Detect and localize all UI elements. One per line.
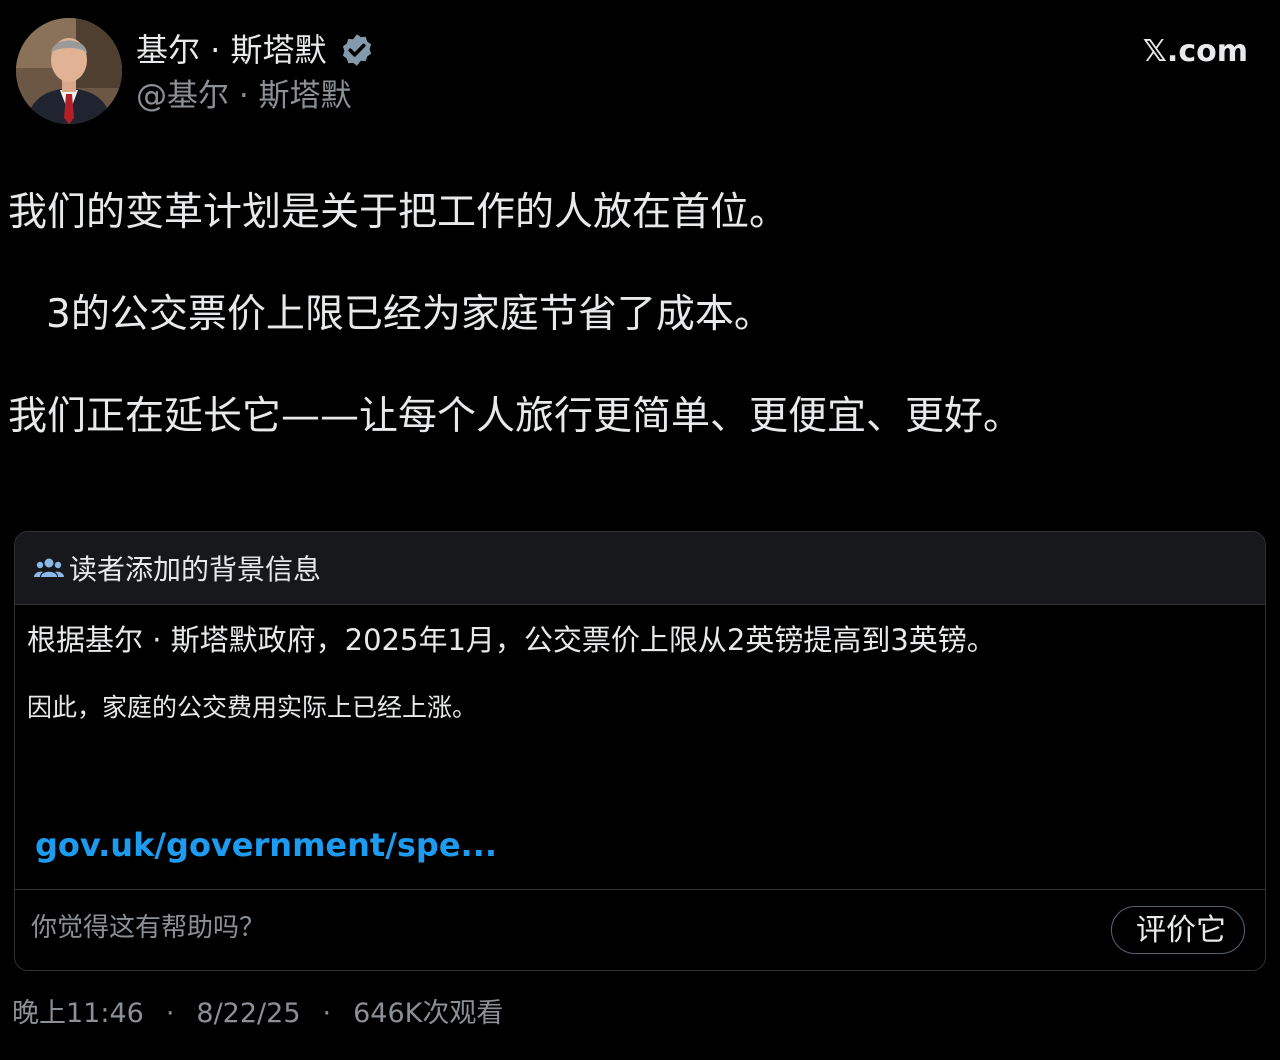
verified-badge-icon — [342, 34, 371, 66]
tweet-meta: 晚上11:46 · 8/22/25 · 646K次观看 — [12, 994, 503, 1034]
tweet-views[interactable]: 646K次观看 — [353, 994, 503, 1034]
community-note-card: 读者添加的背景信息 根据基尔 · 斯塔默政府，2025年1月，公交票价上限从2英… — [14, 531, 1266, 971]
profile-photo-icon — [16, 18, 122, 124]
people-icon — [34, 558, 64, 577]
rate-it-button[interactable]: 评价它 — [1111, 906, 1245, 954]
site-brand: 𝕏.com — [1142, 34, 1248, 69]
community-note-source-link[interactable]: gov.uk/government/spe... — [35, 826, 497, 864]
community-note-footer: 你觉得这有帮助吗？ 评价它 — [15, 889, 1265, 970]
avatar[interactable] — [16, 18, 122, 124]
community-note-paragraph: 因此，家庭的公交费用实际上已经上涨。 — [27, 693, 478, 722]
tweet-text-line: 3的公交票价上限已经为家庭节省了成本。 — [46, 292, 773, 337]
author-name[interactable]: 基尔 · 斯塔默 — [136, 30, 327, 70]
tweet-date[interactable]: 8/22/25 — [196, 994, 300, 1034]
author-name-row[interactable]: 基尔 · 斯塔默 — [136, 30, 375, 70]
separator-dot: · — [322, 998, 332, 1029]
tweet-text-line: 我们正在延长它——让每个人旅行更简单、更便宜、更好。 — [8, 394, 1023, 439]
separator-dot: · — [165, 998, 175, 1029]
community-note-title: 读者添加的背景信息 — [69, 553, 322, 586]
helpful-question: 你觉得这有帮助吗？ — [31, 913, 266, 943]
tweet-text-line: 我们的变革计划是关于把工作的人放在首位。 — [8, 190, 789, 235]
author-handle[interactable]: @基尔 · 斯塔默 — [136, 76, 352, 116]
community-note-body: 根据基尔 · 斯塔默政府，2025年1月，公交票价上限从2英镑提高到3英镑。 因… — [27, 618, 1247, 726]
community-note-paragraph: 根据基尔 · 斯塔默政府，2025年1月，公交票价上限从2英镑提高到3英镑。 — [27, 623, 996, 657]
community-note-header: 读者添加的背景信息 — [15, 532, 1265, 605]
tweet-screenshot: 基尔 · 斯塔默 @基尔 · 斯塔默 𝕏.com 我们的变革计划是关于把工作的人… — [0, 0, 1280, 1060]
tweet-time[interactable]: 晚上11:46 — [12, 994, 144, 1034]
